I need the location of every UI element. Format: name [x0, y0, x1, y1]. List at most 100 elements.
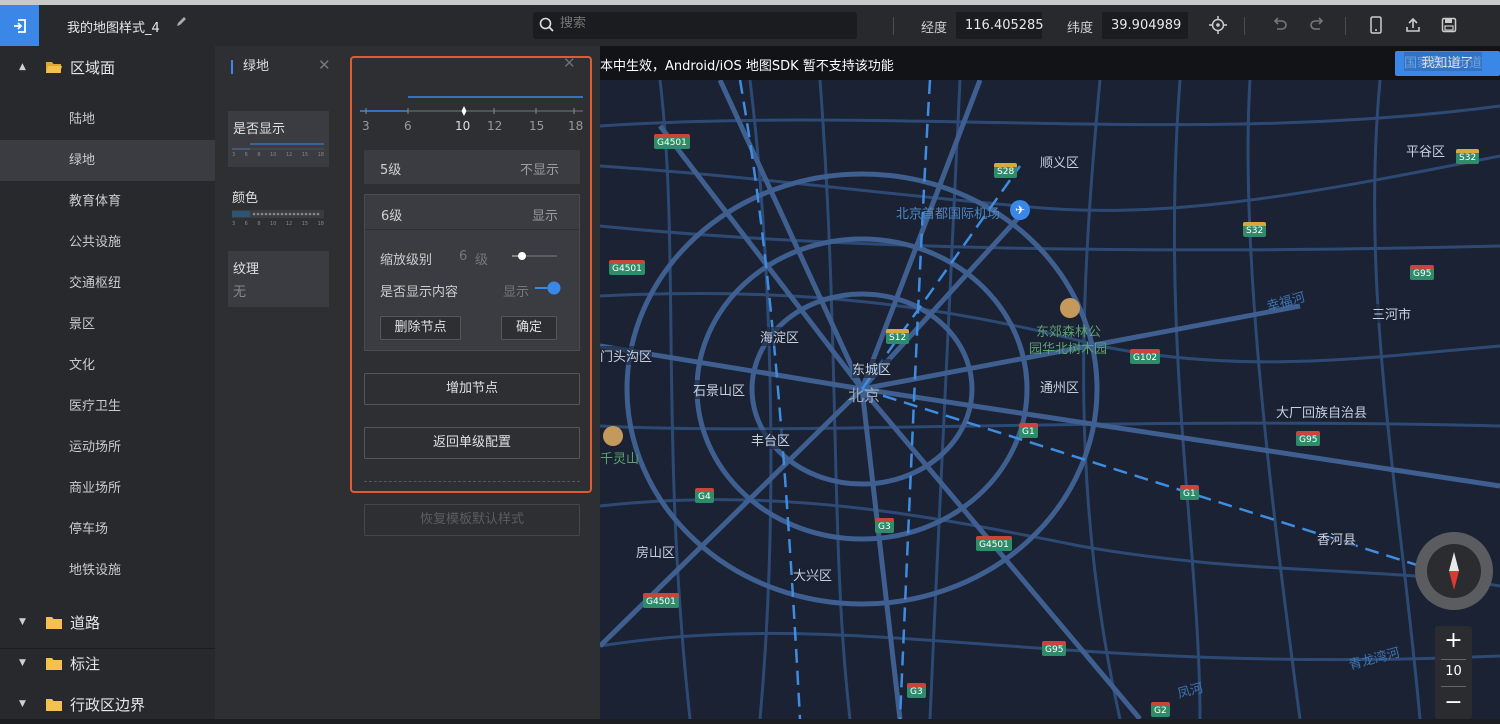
map-label: 通州区 [1040, 377, 1080, 396]
show-content-toggle[interactable] [533, 280, 563, 296]
map-label: 千灵山 [600, 452, 640, 467]
close-icon[interactable]: ✕ [318, 56, 331, 74]
category-road[interactable]: ▼ 道路 [0, 602, 215, 642]
zoom-control: + 10 − [1435, 626, 1472, 719]
category-label-layer[interactable]: ▼ 标注 [0, 643, 215, 683]
scenic-icon [603, 426, 623, 446]
sidebar-item-public[interactable]: 公共设施 [0, 222, 215, 263]
category-label: 行政区边界 [70, 695, 146, 714]
sidebar-item-transport[interactable]: 交通枢纽 [0, 263, 215, 304]
mini-tick: 8 [257, 221, 261, 227]
zoom-out-button[interactable]: − [1435, 690, 1472, 716]
mini-tick: 18 [317, 221, 324, 227]
longitude-label: 经度 [921, 21, 948, 36]
edit-title-icon[interactable] [175, 16, 187, 32]
mini-tick: 15 [301, 221, 309, 227]
folder-icon [46, 616, 62, 629]
mini-tick: 3 [232, 152, 236, 158]
top-toolbar: 我的地图样式_4 经度 116.405285 纬度 39.904989 [0, 0, 1500, 46]
sidebar-item-green[interactable]: 绿地 [0, 140, 215, 181]
level-label: 5级 [380, 163, 402, 178]
undo-icon[interactable] [1268, 13, 1292, 37]
map-label-city: 北京 [848, 386, 881, 405]
property-panel: 绿地 ✕ 是否显示 3 6 8 10 12 15 18 颜色 3 6 8 10 … [215, 46, 342, 719]
caret-down-icon: ▼ [19, 699, 26, 709]
save-icon[interactable] [1437, 13, 1461, 37]
highway-shield: G4501 [654, 134, 690, 149]
style-title: 我的地图样式_4 [67, 21, 160, 36]
category-area[interactable]: ▲ 区域面 [0, 47, 215, 87]
zoom-tick: 12 [487, 119, 503, 133]
mini-color-slider [232, 210, 324, 218]
confirm-button[interactable]: 确定 [501, 316, 557, 340]
zoom-level-display: 10 [1445, 664, 1462, 679]
mini-tick: 18 [317, 152, 324, 158]
add-node-button[interactable]: 增加节点 [364, 373, 580, 405]
folder-open-icon [46, 61, 62, 73]
close-icon[interactable]: ✕ [563, 54, 576, 72]
level-status: 显示 [531, 209, 558, 224]
category-label: 标注 [70, 654, 101, 673]
show-content-label: 是否显示内容 [380, 285, 459, 300]
mobile-preview-icon[interactable] [1364, 13, 1388, 37]
map-canvas[interactable]: 本中生效，Android/iOS 地图SDK 暂不支持该功能 我知道了 顺义区 … [600, 46, 1500, 719]
mini-tick: 15 [301, 152, 309, 158]
zoom-tick: 3 [362, 119, 370, 133]
mini-tick: 12 [285, 152, 293, 158]
mini-tick: 8 [257, 152, 261, 158]
highway-shield: G102 [1130, 349, 1161, 364]
level-row-expanded[interactable]: 6级 显示 缩放级别 6 级 是否显示内容 显示 删除节点 确定 [364, 194, 580, 351]
category-label: 区域面 [70, 58, 116, 77]
sidebar-item-education[interactable]: 教育体育 [0, 181, 215, 222]
sidebar-item-culture[interactable]: 文化 [0, 345, 215, 386]
sidebar-item-commerce[interactable]: 商业场所 [0, 468, 215, 509]
exit-button[interactable] [0, 5, 39, 46]
sidebar-item-subway[interactable]: 地铁设施 [0, 550, 215, 591]
map-label: 丰台区 [751, 430, 791, 449]
delete-node-button[interactable]: 删除节点 [380, 316, 461, 340]
reset-template-button[interactable]: 恢复模板默认样式 [364, 504, 580, 536]
latitude-label: 纬度 [1067, 21, 1094, 36]
back-to-single-config-button[interactable]: 返回单级配置 [364, 427, 580, 459]
divider [893, 17, 894, 35]
sidebar-item-sports[interactable]: 运动场所 [0, 427, 215, 468]
map-label: 北京首都国际机场 [896, 207, 1001, 222]
zoom-in-button[interactable]: + [1435, 628, 1472, 654]
zoom-level-label: 缩放级别 [380, 253, 433, 268]
zoom-level-slider[interactable] [512, 250, 557, 262]
caret-down-icon: ▼ [19, 658, 26, 668]
search-box[interactable] [533, 12, 857, 39]
compass-control[interactable] [1415, 532, 1493, 610]
zoom-tick: 15 [529, 119, 545, 133]
sidebar-item-parking[interactable]: 停车场 [0, 509, 215, 550]
texture-label: 纹理 [233, 262, 260, 277]
latitude-field[interactable]: 39.904989 [1102, 12, 1188, 39]
zoom-level-value: 6 [459, 249, 468, 264]
level-row[interactable]: 5级 不显示 [364, 150, 580, 184]
publish-icon[interactable] [1401, 13, 1425, 37]
zoom-tick-selected: 10 [455, 119, 471, 133]
texture-block[interactable]: 纹理 无 [228, 251, 329, 307]
zoom-tick: 6 [404, 119, 412, 133]
map-label: 海淀区 [760, 327, 800, 346]
locate-icon[interactable] [1206, 13, 1230, 37]
map-label: 平谷区 [1406, 141, 1446, 160]
map-label: 大兴区 [793, 565, 833, 584]
search-input[interactable] [560, 16, 840, 31]
map-label: 园华北树木园 [1029, 342, 1108, 357]
highway-shield: G2 [1151, 702, 1170, 717]
category-boundary[interactable]: ▼ 行政区边界 [0, 684, 215, 724]
mini-tick: 6 [244, 221, 248, 227]
color-block[interactable]: 颜色 3 6 8 10 12 15 18 [228, 180, 329, 236]
zoom-range-slider[interactable] [360, 94, 586, 118]
mini-tick: 10 [270, 152, 277, 158]
sidebar-item-land[interactable]: 陆地 [0, 99, 215, 140]
visibility-block[interactable]: 是否显示 3 6 8 10 12 15 18 [228, 111, 329, 167]
sidebar-item-medical[interactable]: 医疗卫生 [0, 386, 215, 427]
sidebar-item-scenic[interactable]: 景区 [0, 304, 215, 345]
redo-icon[interactable] [1305, 13, 1329, 37]
map-label: 房山区 [636, 542, 676, 561]
exit-icon [13, 18, 26, 33]
longitude-field[interactable]: 116.405285 [956, 12, 1044, 39]
layer-sidebar: ▲ 区域面 陆地 绿地 教育体育 公共设施 交通枢纽 景区 文化 医疗卫生 运动… [0, 46, 215, 719]
